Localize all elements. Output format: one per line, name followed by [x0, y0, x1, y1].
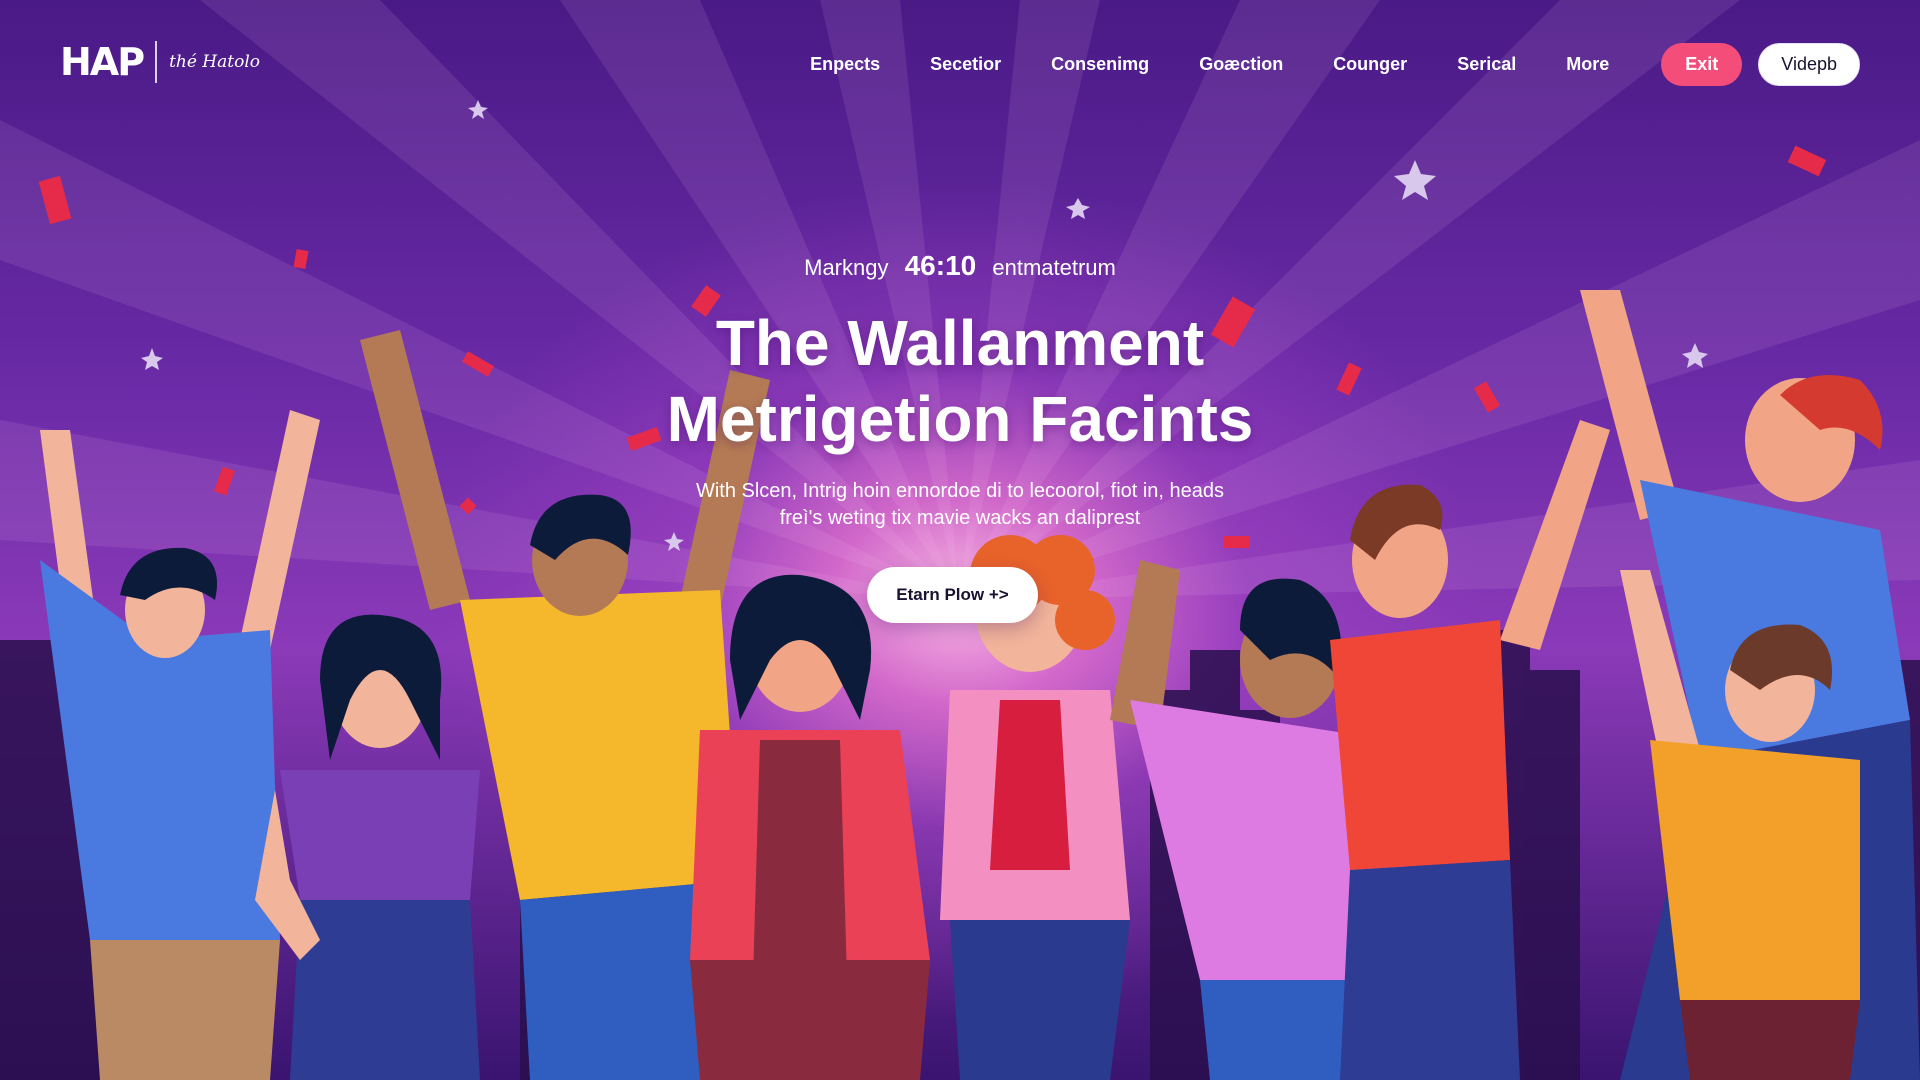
nav-item-goaection[interactable]: Goæction	[1199, 54, 1283, 75]
hero-headline: The Wallanment Metrigetion Facints	[0, 305, 1920, 457]
nav-item-consenimg[interactable]: Consenimg	[1051, 54, 1149, 75]
eyebrow-prefix: Markngy	[804, 255, 889, 280]
eyebrow-number: 46:10	[904, 250, 977, 281]
logo-divider	[155, 41, 158, 83]
hero-cta-button[interactable]: Etarn Plow +>	[867, 567, 1038, 623]
light-rays	[0, 0, 1920, 600]
headline-line-2: Metrigetion Facints	[666, 383, 1254, 455]
nav-item-more[interactable]: More	[1566, 54, 1609, 75]
eyebrow-suffix: entmatetrum	[992, 255, 1116, 280]
exit-button[interactable]: Exit	[1661, 43, 1743, 86]
headline-line-1: The Wallanment	[715, 307, 1205, 379]
nav-item-serical[interactable]: Serical	[1457, 54, 1516, 75]
logo-wordmark: HAP	[60, 40, 145, 84]
subtext-line-2: freì's weting tix mavie wacks an dalipre…	[779, 507, 1141, 529]
hero-eyebrow: Markngy 46:10 entmatetrum	[0, 250, 1920, 282]
nav-item-secetior[interactable]: Secetior	[930, 54, 1001, 75]
brand-logo[interactable]: HAP thé Hatolo	[60, 40, 260, 84]
logo-tagline: thé Hatolo	[169, 52, 261, 72]
hero-subtext: With Slcen, Intrig hoin ennordoe di to l…	[0, 478, 1920, 532]
video-button[interactable]: Videpb	[1758, 43, 1860, 86]
nav-links: Enpects Secetior Consenimg Goæction Coun…	[810, 43, 1860, 86]
subtext-line-1: With Slcen, Intrig hoin ennordoe di to l…	[695, 480, 1225, 502]
nav-item-enpects[interactable]: Enpects	[810, 54, 880, 75]
top-navigation: HAP thé Hatolo Enpects Secetior Consenim…	[0, 0, 1920, 126]
nav-item-counger[interactable]: Counger	[1333, 54, 1407, 75]
